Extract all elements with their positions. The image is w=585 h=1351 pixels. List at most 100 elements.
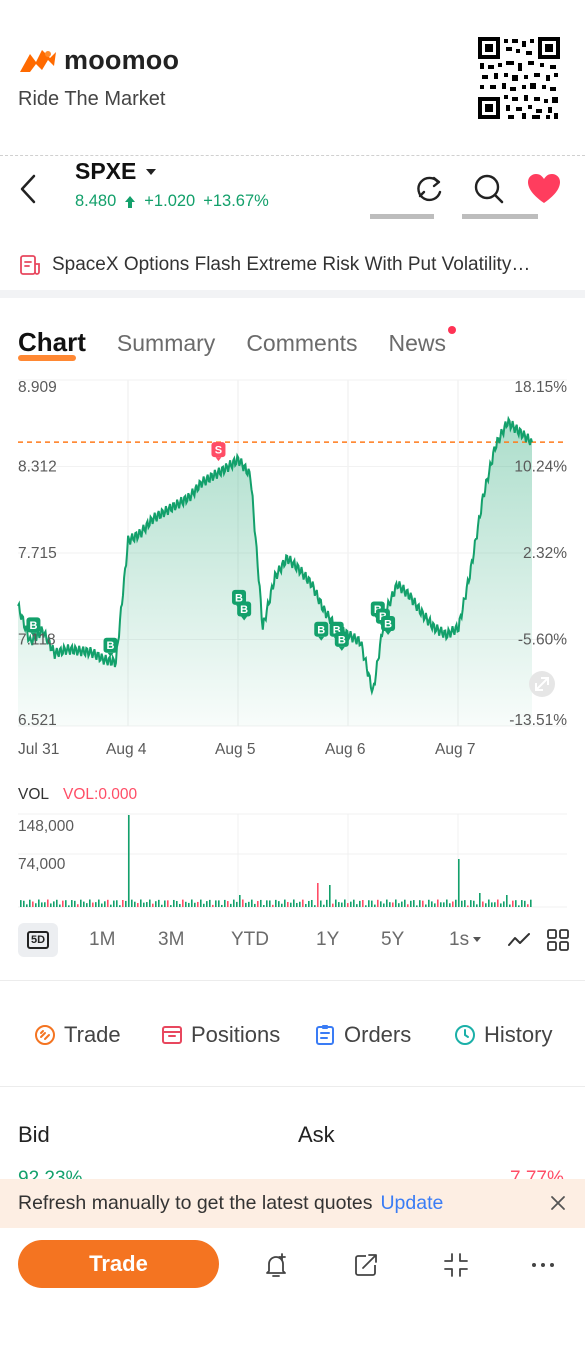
volume-bar [272,904,274,907]
volume-bar [95,902,97,907]
tab-chart-label: Chart [18,327,86,357]
news-banner[interactable]: SpaceX Options Flash Extreme Risk With P… [0,240,585,290]
back-arrow-icon[interactable] [14,170,46,208]
sell-marker[interactable]: S [211,442,226,462]
volume-bar [128,815,130,907]
ticker-selector[interactable]: SPXE [75,158,158,185]
divider [0,980,585,981]
tab-chart[interactable]: Chart [18,327,86,361]
refresh-icon[interactable] [410,170,448,208]
price-chart[interactable]: BBSBBBBBBBB 8.909 8.312 7.715 7.118 6.52… [0,370,585,770]
range-ytd[interactable]: YTD [231,929,269,951]
news-headline: SpaceX Options Flash Extreme Risk With P… [52,254,531,275]
volume-bar [470,900,472,907]
volume-bar [23,900,25,907]
volume-bar [473,900,475,907]
orders-action[interactable]: Orders [314,1022,411,1048]
qr-code-icon [478,37,560,119]
interval-selector[interactable]: 1s [449,929,482,951]
trade-action[interactable]: Trade [34,1022,121,1048]
favorite-heart-icon[interactable] [525,170,563,208]
search-icon[interactable] [470,170,508,208]
volume-bar [149,899,151,907]
update-link[interactable]: Update [380,1192,443,1215]
volume-bar [386,899,388,907]
range-5d[interactable]: 5D [18,923,58,957]
trade-action-label: Trade [64,1022,121,1047]
volume-bar [404,899,406,907]
range-5y[interactable]: 5Y [381,929,404,951]
range-1y[interactable]: 1Y [316,929,339,951]
grid-layout-icon[interactable] [546,928,570,952]
volume-bar [29,899,31,907]
volume-bar [308,900,310,907]
range-1m[interactable]: 1M [89,929,115,951]
collapse-icon[interactable] [441,1250,471,1280]
expand-chart-icon[interactable] [529,671,555,697]
volume-bar [323,904,325,907]
tab-news[interactable]: News [389,326,457,357]
more-options-icon[interactable] [528,1250,558,1280]
orders-action-label: Orders [344,1022,412,1047]
buy-marker[interactable]: B [103,637,118,657]
volume-bar [113,900,115,907]
volume-bar [500,903,502,907]
volume-bar [248,901,250,907]
volume-bar [401,901,403,907]
moomoo-logo: moomoo [18,44,179,76]
tab-summary[interactable]: Summary [117,330,215,357]
volume-bar [440,902,442,907]
header-divider [0,155,585,156]
volume-bar [314,905,316,907]
interval-label: 1s [449,929,470,950]
volume-bar [362,900,364,907]
volume-bar [104,901,106,907]
volume-bar [293,899,295,907]
share-icon[interactable] [351,1250,381,1280]
volume-bar [206,901,208,907]
volume-bar [62,900,64,907]
tab-comments[interactable]: Comments [246,330,357,357]
line-chart-type-icon[interactable] [507,928,531,952]
volume-bar [422,900,424,907]
volume-title: VOL [18,786,50,803]
volume-bar [80,899,82,907]
trade-button[interactable]: Trade [18,1240,219,1288]
y-tick-left: 6.521 [18,712,57,729]
y-tick-right: -13.51% [509,712,567,729]
price-alert-bell-icon[interactable] [261,1250,291,1280]
volume-bar [236,901,238,907]
volume-bar [398,903,400,907]
x-tick: Aug 7 [435,741,476,758]
volume-bar [491,902,493,907]
action-bar: Trade Positions Orders History [0,1012,585,1058]
volume-bar [119,905,121,907]
volume-bar [506,895,508,907]
y-tick-left: 7.715 [18,545,57,562]
volume-bar [302,899,304,907]
volume-bar [305,904,307,907]
volume-bar [296,902,298,907]
volume-bar [197,901,199,907]
caret-down-icon [146,168,157,175]
volume-bar [41,902,43,907]
close-icon[interactable] [548,1193,568,1213]
volume-bar [464,900,466,907]
volume-bar [380,901,382,907]
volume-bar [530,899,532,907]
volume-bar [485,903,487,907]
volume-tick: 148,000 [18,818,74,835]
x-tick: Aug 4 [106,741,147,758]
volume-bar [290,902,292,907]
volume-bar [278,901,280,907]
positions-action[interactable]: Positions [161,1022,280,1048]
trade-icon [35,1025,55,1045]
volume-bar [230,903,232,907]
volume-bar [68,905,70,907]
volume-bar [449,903,451,907]
history-action[interactable]: History [454,1022,552,1048]
volume-bar [92,902,94,907]
volume-bar [158,899,160,907]
range-3m[interactable]: 3M [158,929,184,951]
volume-bar [482,901,484,907]
